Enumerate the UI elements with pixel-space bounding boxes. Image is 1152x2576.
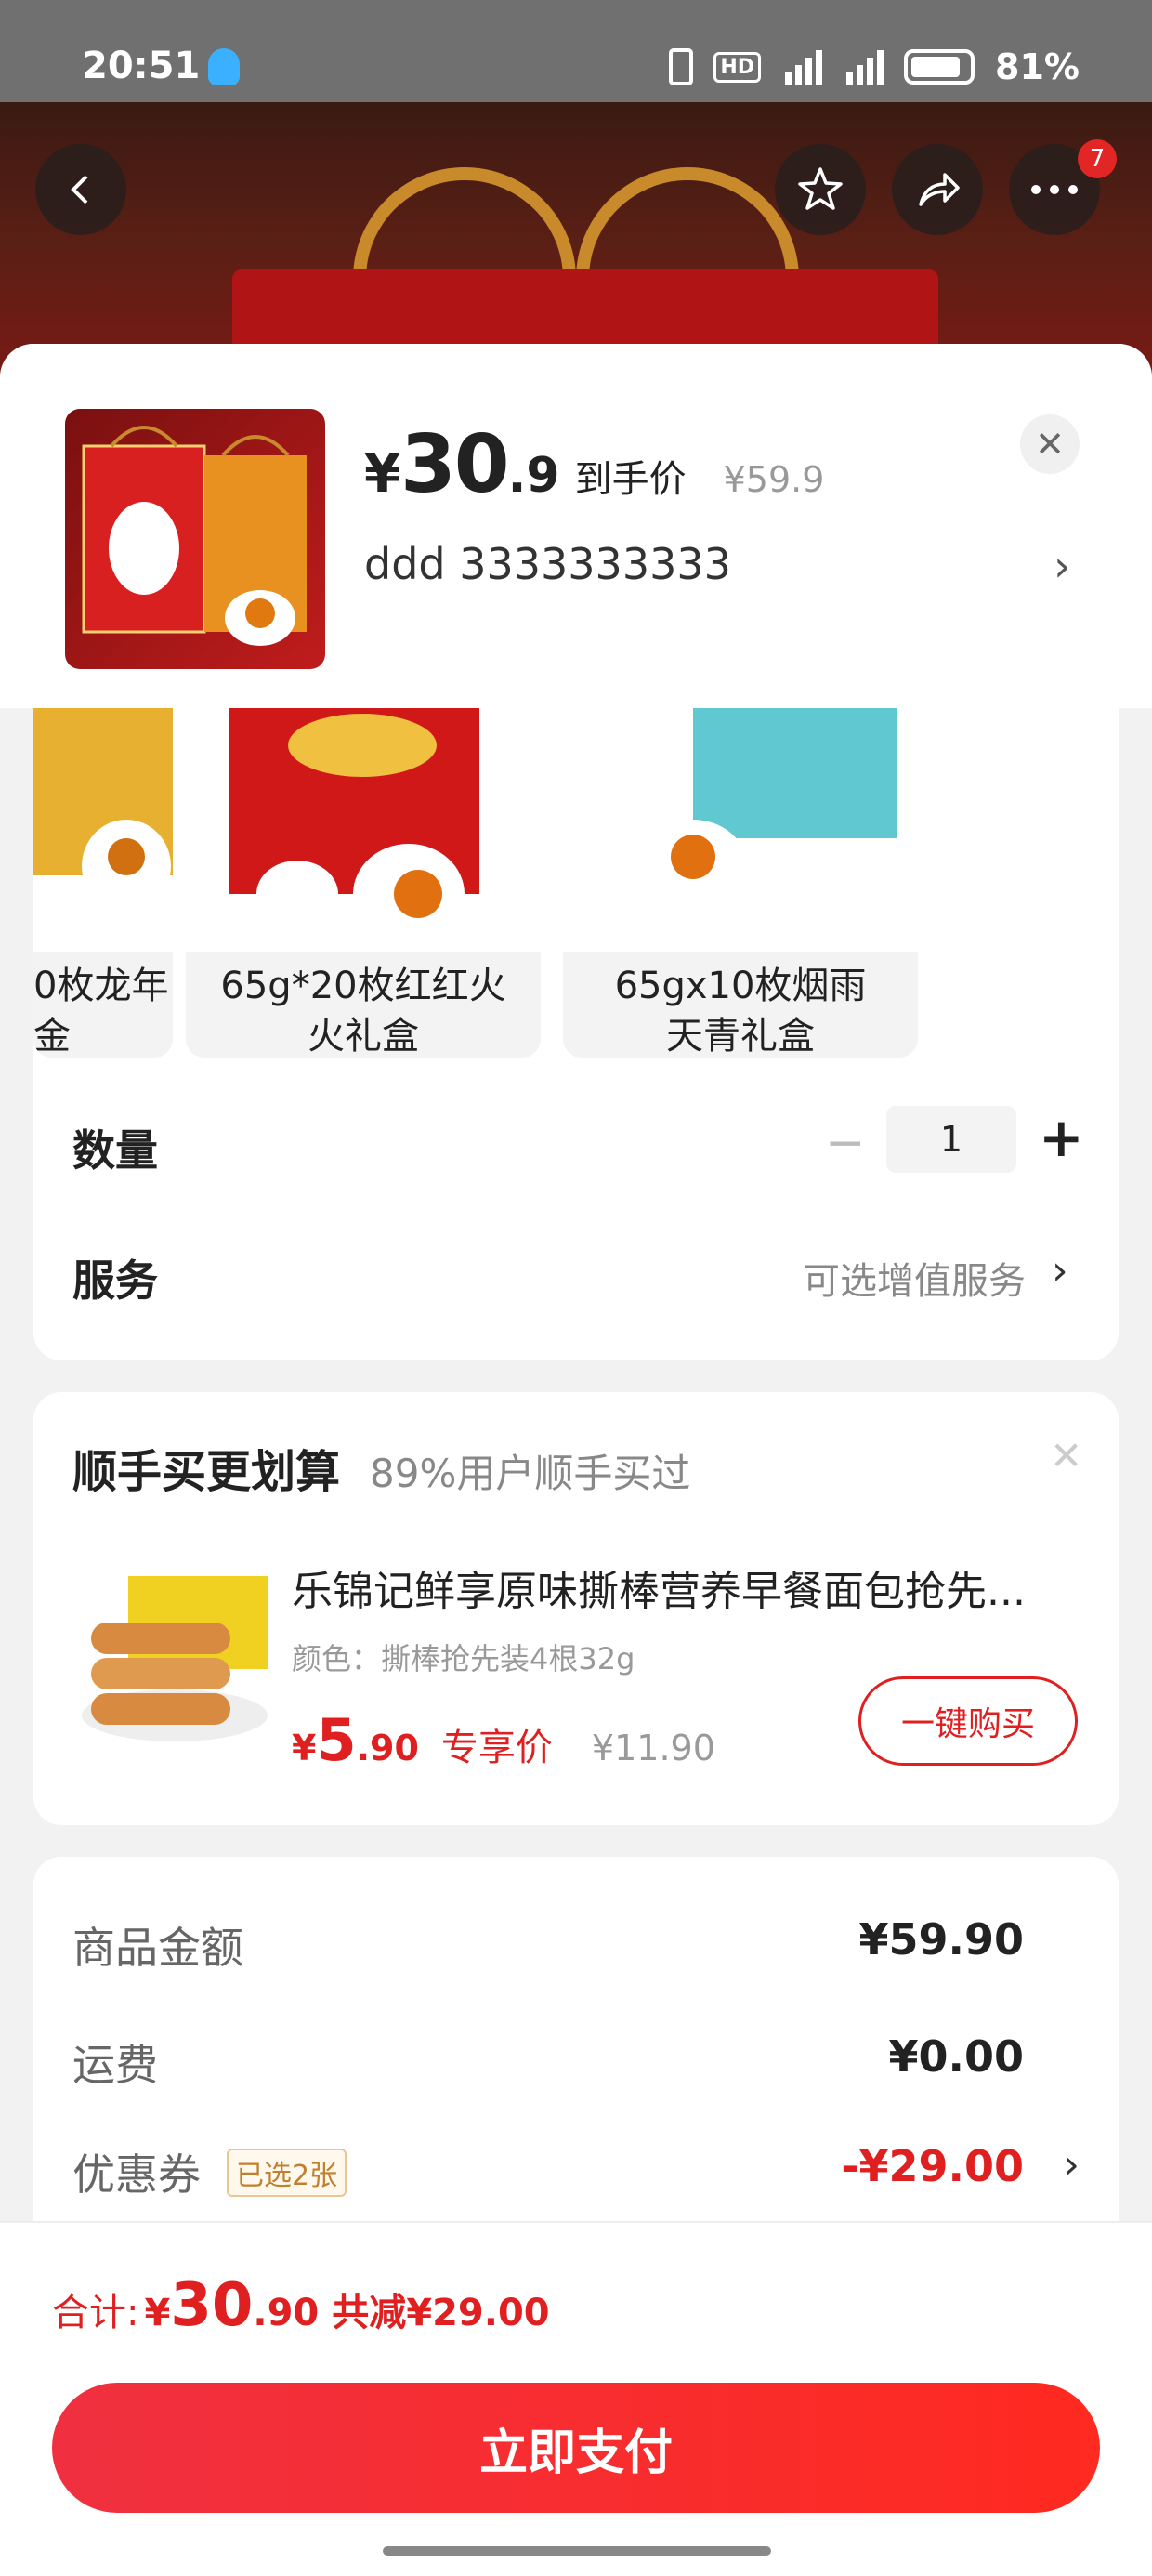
currency-symbol: ¥ [292,1728,317,1768]
option-item[interactable]: 0枚龙年金礼盒 [33,708,173,1058]
original-price: ¥11.90 [591,1728,715,1768]
upsell-item-image[interactable] [72,1548,271,1747]
coupon-value: -¥29.00 [841,2141,1024,2191]
qq-icon [208,48,240,85]
product-price: ¥ 30 .9 到手价 ¥59.9 [364,418,824,511]
order-total: 合计: ¥ 30 .90 共减¥29.00 [52,2271,550,2340]
chevron-right-icon[interactable]: › [1052,1247,1068,1295]
signal-icon [781,48,823,85]
share-button[interactable] [892,144,983,235]
quantity-plus-button[interactable]: + [1039,1106,1084,1169]
hd-icon: HD [713,51,762,83]
battery-level: 81% [995,46,1080,87]
checkout-bar: 合计: ¥ 30 .90 共减¥29.00 立即支付 [0,2221,1152,2576]
goods-amount-label: 商品金额 [72,1923,243,1973]
status-time: 20:51 [82,45,201,87]
upsell-item-variant: 颜色：撕棒抢先装4根32g [292,1641,635,1676]
upsell-card: 顺手买更划算 89%用户顺手买过 ✕ 乐锦记鲜享原味撕棒营养早餐面包抢先... … [33,1392,1119,1825]
price-integer: 5 [316,1706,357,1774]
pay-now-button[interactable]: 立即支付 [52,2383,1100,2513]
battery-icon [904,49,975,85]
total-decimal: .90 [253,2292,320,2334]
product-thumbnail [65,409,325,669]
more-icon [1031,185,1078,194]
star-icon [798,167,843,210]
option-item[interactable]: 65gx10枚烟雨 天青礼盒 [563,708,918,1058]
upsell-item-name[interactable]: 乐锦记鲜享原味撕棒营养早餐面包抢先... [292,1557,1091,1617]
upsell-close-icon[interactable]: ✕ [1050,1433,1082,1479]
close-button[interactable]: ✕ [1020,414,1080,474]
coupon-selected-badge: 已选2张 [227,2149,347,2197]
share-icon [919,173,960,206]
upsell-title: 顺手买更划算 [72,1446,341,1498]
price-decimal: .90 [356,1728,419,1768]
favorite-button[interactable] [775,144,866,235]
option-item[interactable]: 65g*20枚红红火 火礼盒 [186,708,541,1058]
notification-badge: 7 [1078,139,1117,178]
chevron-right-icon[interactable]: › [1054,541,1070,591]
total-saved: 共减¥29.00 [332,2292,550,2334]
vibrate-icon [669,48,694,85]
original-price: ¥59.9 [723,459,825,500]
goods-amount-value: ¥59.90 [858,1914,1024,1965]
total-integer: 30 [170,2271,254,2340]
price-tag: 专享价 [440,1727,553,1769]
sheet-header: ¥ 30 .9 到手价 ¥59.9 ddd 3333333333 › ✕ [0,344,1152,708]
back-button[interactable] [35,144,126,235]
quantity-label: 数量 [72,1125,158,1176]
option-image [186,708,541,952]
option-image [33,708,173,952]
status-bar: 20:51 HD 81% [0,0,1152,102]
currency-symbol: ¥ [144,2292,171,2334]
home-indicator[interactable] [383,2546,771,2556]
quantity-minus-button[interactable]: − [825,1115,866,1171]
total-label: 合计: [52,2292,139,2334]
product-thumbnail-art [82,426,307,646]
option-label: 0枚龙年金礼盒 [33,965,169,1058]
option-image [563,708,918,952]
service-label: 服务 [72,1255,158,1306]
options-card: 0枚龙年金礼盒 65g*20枚红红火火礼盒 65gx10枚烟雨天青礼盒 数量 −… [33,708,1119,1360]
order-summary-card: 商品金额 ¥59.90 运费 ¥0.00 优惠券 已选2张 -¥29.00 › [33,1857,1119,2247]
price-tag: 到手价 [574,458,687,501]
one-click-buy-button[interactable]: 一键购买 [858,1676,1078,1766]
shipping-label: 运费 [72,2040,158,2090]
price-integer: 30 [399,418,510,511]
selected-spec[interactable]: ddd 3333333333 [364,539,731,589]
product-hero-image [0,102,1152,381]
upsell-price: ¥ 5 .90 专享价 ¥11.90 [292,1706,715,1774]
price-decimal: .9 [507,448,560,504]
service-value[interactable]: 可选增值服务 [803,1251,1026,1305]
currency-symbol: ¥ [364,444,400,505]
signal-icon-2 [843,48,884,85]
shipping-value: ¥0.00 [888,2031,1024,2082]
quantity-input[interactable]: 1 [886,1106,1016,1173]
coupon-label: 优惠券 [72,2149,201,2200]
back-arrow-icon [71,175,88,204]
option-label: 65g*20枚红红火 火礼盒 [220,965,506,1058]
chevron-right-icon[interactable]: › [1063,2141,1080,2188]
option-label: 65gx10枚烟雨 天青礼盒 [614,965,867,1058]
status-indicators: HD 81% [669,46,1080,87]
close-icon: ✕ [1035,424,1065,465]
upsell-subtitle: 89%用户顺手买过 [370,1451,691,1496]
